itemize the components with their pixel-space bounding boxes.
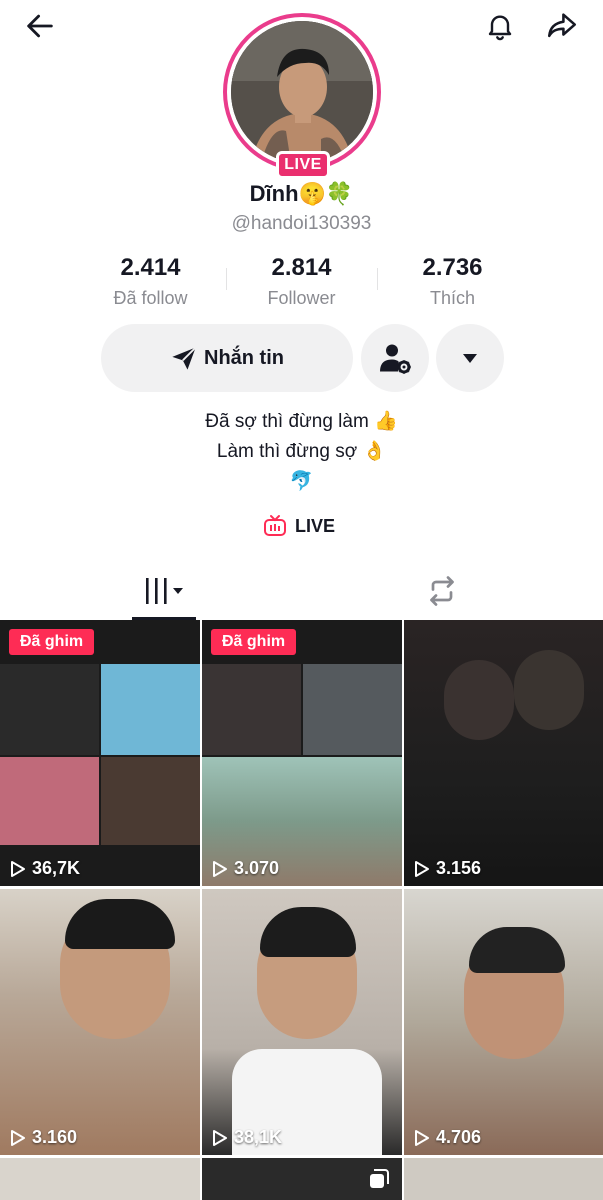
stat-likes-value: 2.736	[422, 254, 483, 281]
stat-divider	[377, 268, 378, 290]
view-count: 38,1K	[212, 1127, 282, 1148]
stat-followers-label: Follower	[267, 288, 336, 308]
video-thumbnail[interactable]	[202, 1158, 402, 1200]
tv-icon	[264, 515, 286, 536]
stat-following-value: 2.414	[120, 254, 181, 281]
thumbnail-image	[260, 907, 356, 957]
tab-reposts[interactable]	[410, 562, 474, 620]
view-count-value: 38,1K	[234, 1127, 283, 1147]
stat-divider	[226, 268, 227, 290]
bio-line-1: Đã sợ thì đừng làm 👍	[205, 411, 398, 432]
stats-row: 2.414 Đã follow 2.814 Follower 2.736 Thí…	[75, 254, 528, 314]
bell-icon	[488, 15, 512, 41]
share-arrow-icon	[547, 13, 577, 38]
view-count-value: 3.070	[234, 858, 280, 878]
play-icon	[213, 860, 227, 877]
play-icon	[415, 1129, 429, 1146]
display-name: Dĩnh🤫🍀	[249, 181, 354, 206]
stat-followers[interactable]: 2.814 Follower	[226, 254, 377, 314]
video-thumbnail[interactable]: 4.706	[404, 889, 603, 1155]
video-thumbnail[interactable]: 3.160	[0, 889, 200, 1155]
stat-followers-value: 2.814	[271, 254, 332, 281]
view-count-value: 3.160	[32, 1127, 78, 1147]
caret-down-icon	[463, 354, 477, 363]
avatar-ring[interactable]	[223, 13, 381, 171]
bio-line-2: Làm thì đừng sợ 👌	[216, 441, 387, 462]
repost-icon	[430, 576, 454, 606]
send-icon	[172, 346, 197, 370]
play-icon	[11, 1129, 25, 1146]
view-count-value: 4.706	[436, 1127, 482, 1147]
thumbnail-image	[0, 664, 99, 755]
view-count-value: 36,7K	[32, 858, 81, 878]
friend-settings-button[interactable]	[361, 324, 429, 392]
play-icon	[213, 1129, 227, 1146]
stat-likes: 2.736 Thích	[377, 254, 528, 314]
view-count: 3.070	[212, 858, 279, 879]
video-thumbnail[interactable]: Đã ghim 36,7K	[0, 620, 200, 886]
thumbnail-image	[65, 899, 175, 949]
video-thumbnail[interactable]	[404, 1158, 603, 1200]
multi-photo-icon	[370, 1169, 389, 1188]
video-thumbnail[interactable]: Đã ghim 3.070	[202, 620, 402, 886]
pinned-badge: Đã ghim	[9, 629, 95, 655]
thumbnail-image	[0, 757, 99, 845]
view-count-value: 3.156	[436, 858, 482, 878]
play-icon	[11, 860, 25, 877]
thumbnail-image	[101, 664, 200, 755]
share-button[interactable]	[540, 4, 584, 48]
stat-following-label: Đã follow	[113, 288, 188, 308]
arrow-left-icon	[27, 14, 53, 38]
message-button-label: Nhắn tin	[204, 346, 284, 369]
live-badge[interactable]: LIVE	[276, 151, 330, 179]
bio: Đã sợ thì đừng làm 👍 Làm thì đừng sợ 👌 🐬	[0, 407, 603, 497]
pinned-badge: Đã ghim	[211, 629, 297, 655]
avatar	[231, 21, 373, 163]
content-tabs	[0, 562, 603, 620]
stat-likes-label: Thích	[429, 288, 476, 308]
thumbnail-image	[202, 664, 301, 755]
message-button[interactable]: Nhắn tin	[101, 324, 353, 392]
more-options-button[interactable]	[436, 324, 504, 392]
view-count: 3.160	[10, 1127, 77, 1148]
user-settings-icon	[380, 344, 411, 374]
thumbnail-image	[303, 664, 402, 755]
back-button[interactable]	[18, 4, 62, 48]
username: @handoi130393	[231, 213, 372, 234]
play-icon	[415, 860, 429, 877]
thumbnail-image	[101, 757, 200, 845]
notifications-button[interactable]	[478, 4, 522, 48]
video-thumbnail[interactable]: 3.156	[404, 620, 603, 886]
grid-lines-icon	[146, 578, 183, 604]
view-count: 3.156	[414, 858, 481, 879]
tab-videos[interactable]	[132, 562, 196, 620]
view-count: 36,7K	[10, 858, 80, 879]
stat-following[interactable]: 2.414 Đã follow	[75, 254, 226, 314]
video-grid: Đã ghim 36,7K Đã ghim 3.070 3.156 3.160	[0, 620, 603, 1200]
video-thumbnail[interactable]	[0, 1158, 200, 1200]
avatar-photo	[231, 21, 373, 163]
live-link[interactable]: LIVE	[263, 511, 335, 541]
live-link-label: LIVE	[295, 515, 336, 536]
thumbnail-image	[444, 660, 514, 740]
bio-line-3: 🐬	[289, 471, 314, 492]
video-thumbnail[interactable]: 38,1K	[202, 889, 402, 1155]
view-count: 4.706	[414, 1127, 481, 1148]
thumbnail-image	[514, 650, 584, 730]
thumbnail-image	[469, 927, 565, 973]
